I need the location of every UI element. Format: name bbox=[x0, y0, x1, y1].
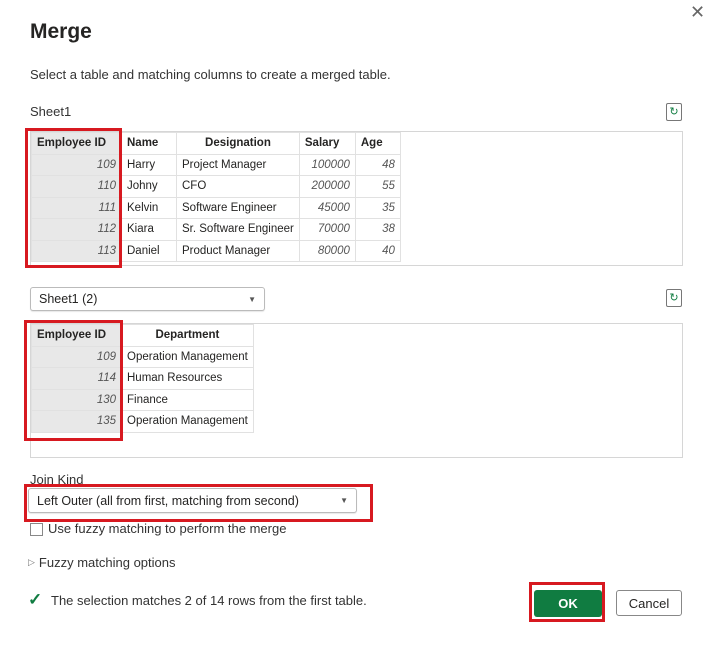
table-cell: 112 bbox=[31, 218, 122, 241]
table-row: 112 Kiara Sr. Software Engineer 70000 38 bbox=[31, 218, 401, 241]
table-cell: 48 bbox=[354, 153, 401, 176]
dialog-title: Merge bbox=[30, 20, 92, 43]
column-header-age[interactable]: Age bbox=[354, 132, 401, 155]
table2-select-value: Sheet1 (2) bbox=[39, 292, 98, 306]
table-cell: Kelvin bbox=[121, 196, 177, 219]
table-cell: Sr. Software Engineer bbox=[176, 218, 300, 241]
table2-preview: Employee ID Department 109 Operation Mana… bbox=[30, 323, 683, 458]
refresh-icon[interactable]: ↻ bbox=[666, 289, 682, 307]
table-cell: 130 bbox=[31, 388, 122, 411]
table-cell: Project Manager bbox=[176, 153, 300, 176]
table-cell: CFO bbox=[176, 175, 300, 198]
table-cell: 111 bbox=[31, 196, 122, 219]
close-icon[interactable]: ✕ bbox=[690, 2, 705, 23]
dialog-subtitle: Select a table and matching columns to c… bbox=[30, 67, 391, 82]
table-row: 114 Human Resources bbox=[31, 367, 254, 390]
column-header-name[interactable]: Name bbox=[121, 132, 177, 155]
table-cell: Finance bbox=[121, 388, 254, 411]
table1-name: Sheet1 bbox=[30, 104, 72, 119]
table-cell: 38 bbox=[354, 218, 401, 241]
fuzzy-options-label: Fuzzy matching options bbox=[38, 555, 176, 570]
table-row: 109 Operation Management bbox=[31, 345, 254, 368]
table-cell: Kiara bbox=[121, 218, 177, 241]
table-cell: 35 bbox=[354, 196, 401, 219]
chevron-down-icon: ▼ bbox=[340, 496, 348, 505]
table-row: 109 Harry Project Manager 100000 48 bbox=[31, 153, 401, 176]
table-cell: 40 bbox=[354, 239, 401, 262]
table-cell: Product Manager bbox=[176, 239, 300, 262]
chevron-right-icon: ▷ bbox=[28, 557, 35, 567]
ok-button[interactable]: OK bbox=[534, 590, 602, 617]
table-cell: Human Resources bbox=[121, 367, 254, 390]
join-kind-value: Left Outer (all from first, matching fro… bbox=[37, 493, 299, 508]
table-row: 130 Finance bbox=[31, 388, 254, 411]
table-cell: 135 bbox=[31, 410, 122, 433]
table1-preview: Employee ID Name Designation Salary Age … bbox=[30, 131, 683, 266]
table-row: 135 Operation Management bbox=[31, 410, 254, 433]
column-header-employee-id[interactable]: Employee ID bbox=[31, 324, 122, 347]
table-cell: 80000 bbox=[298, 239, 356, 262]
table-cell: 200000 bbox=[298, 175, 356, 198]
table-row: 110 Johny CFO 200000 55 bbox=[31, 175, 401, 198]
column-header-designation[interactable]: Designation bbox=[176, 132, 300, 155]
table-cell: Operation Management bbox=[121, 410, 254, 433]
join-kind-label: Join Kind bbox=[30, 472, 84, 487]
table-cell: 109 bbox=[31, 345, 122, 368]
table-cell: 55 bbox=[354, 175, 401, 198]
column-header-employee-id[interactable]: Employee ID bbox=[31, 132, 122, 155]
table-cell: Daniel bbox=[121, 239, 177, 262]
table-cell: Johny bbox=[121, 175, 177, 198]
status-text: The selection matches 2 of 14 rows from … bbox=[51, 593, 367, 608]
table-cell: Operation Management bbox=[121, 345, 254, 368]
table-cell: 110 bbox=[31, 175, 122, 198]
table-cell: 70000 bbox=[298, 218, 356, 241]
column-header-salary[interactable]: Salary bbox=[298, 132, 356, 155]
cancel-button[interactable]: Cancel bbox=[616, 590, 682, 616]
table-cell: 100000 bbox=[298, 153, 356, 176]
table2-select[interactable]: Sheet1 (2) ▼ bbox=[30, 287, 265, 311]
table-cell: 113 bbox=[31, 239, 122, 262]
table-cell: Software Engineer bbox=[176, 196, 300, 219]
join-kind-select[interactable]: Left Outer (all from first, matching fro… bbox=[28, 488, 357, 513]
fuzzy-matching-label: Use fuzzy matching to perform the merge bbox=[48, 521, 287, 536]
table-cell: 45000 bbox=[298, 196, 356, 219]
refresh-icon[interactable]: ↻ bbox=[666, 103, 682, 121]
table-cell: Harry bbox=[121, 153, 177, 176]
table-row: 111 Kelvin Software Engineer 45000 35 bbox=[31, 196, 401, 219]
table-cell: 109 bbox=[31, 153, 122, 176]
table-row: 113 Daniel Product Manager 80000 40 bbox=[31, 239, 401, 262]
checkmark-icon: ✓ bbox=[28, 590, 43, 609]
fuzzy-options-toggle[interactable]: ▷ Fuzzy matching options bbox=[28, 555, 176, 570]
chevron-down-icon: ▼ bbox=[248, 294, 256, 304]
table-cell: 114 bbox=[31, 367, 122, 390]
fuzzy-matching-checkbox[interactable] bbox=[30, 523, 43, 536]
table1-grid: Employee ID Name Designation Salary Age … bbox=[31, 132, 401, 262]
table2-grid: Employee ID Department 109 Operation Mana… bbox=[31, 324, 254, 433]
column-header-department[interactable]: Department bbox=[121, 324, 254, 347]
